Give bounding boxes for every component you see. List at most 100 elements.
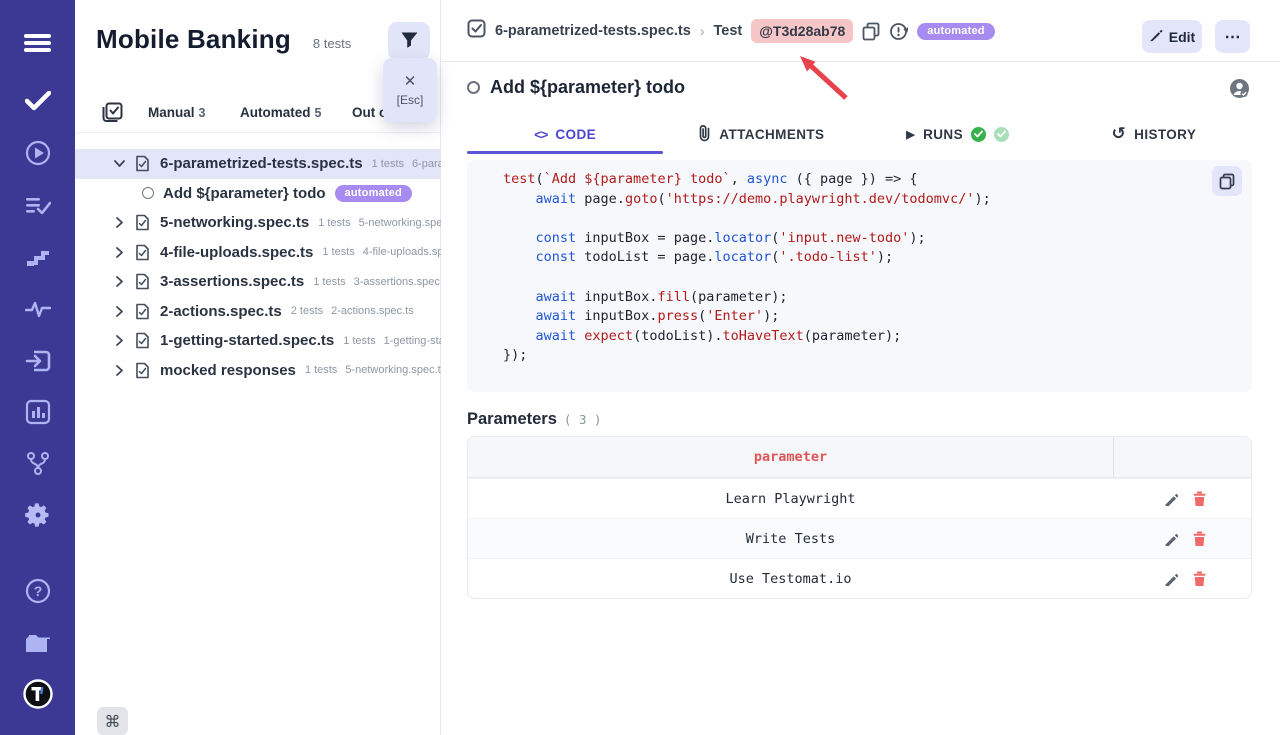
- pencil-icon: [1149, 28, 1163, 45]
- actions-column-header: [1113, 437, 1251, 477]
- tree-suite-row[interactable]: 3-assertions.spec.ts1 tests3-assertions.…: [75, 267, 441, 297]
- chevron-right-icon[interactable]: [113, 364, 126, 377]
- parameters-count: ( 3 ): [564, 412, 602, 427]
- analytics-chart-icon[interactable]: [22, 396, 54, 428]
- menu-icon[interactable]: [22, 27, 54, 59]
- delete-parameter-button[interactable]: [1193, 571, 1206, 586]
- project-tests-count: 8 tests: [313, 36, 351, 51]
- code-line: });: [503, 346, 1202, 366]
- chevron-right-icon[interactable]: [113, 305, 126, 318]
- suite-name: 1-getting-started.spec.ts: [160, 332, 334, 349]
- chevron-right-icon[interactable]: [113, 334, 126, 347]
- keyboard-shortcuts-button[interactable]: ⌘: [97, 707, 128, 735]
- tree-suite-row[interactable]: 5-networking.spec.ts1 tests5-networking.…: [75, 208, 441, 238]
- parameter-value: Write Tests: [468, 519, 1113, 558]
- code-line: await inputBox.press('Enter');: [503, 307, 1202, 327]
- settings-gear-icon[interactable]: [22, 499, 54, 531]
- projects-folder-icon[interactable]: [22, 627, 54, 659]
- tree-suite-row[interactable]: 2-actions.spec.ts2 tests2-actions.spec.t…: [75, 297, 441, 327]
- breadcrumb-test-label: Test: [714, 23, 743, 39]
- automated-badge: automated: [335, 185, 412, 202]
- bulk-check-icon[interactable]: [102, 102, 123, 128]
- steps-icon[interactable]: [22, 241, 54, 273]
- parameters-table-header: parameter: [468, 437, 1251, 478]
- tab-manual[interactable]: Manual3: [148, 105, 205, 120]
- suite-tests-count: 1 tests: [305, 364, 337, 376]
- suite-file-label: 3-assertions.spec.ts: [354, 276, 441, 288]
- play-icon: ▶: [906, 128, 915, 141]
- edit-parameter-button[interactable]: [1164, 572, 1178, 586]
- tree-suite-row[interactable]: mocked responses1 tests5-networking.spec…: [75, 356, 441, 386]
- plans-list-check-icon[interactable]: [22, 190, 54, 222]
- manual-count: 3: [199, 106, 206, 120]
- chevron-down-icon[interactable]: [113, 157, 126, 170]
- tab-automated[interactable]: Automated5: [240, 105, 321, 120]
- history-icon: ↺: [1112, 126, 1127, 143]
- pulse-icon[interactable]: [22, 293, 54, 325]
- svg-text:?: ?: [33, 583, 42, 599]
- more-actions-button[interactable]: ⋯: [1215, 20, 1250, 53]
- automated-badge: automated: [917, 23, 994, 40]
- parameters-header: Parameters ( 3 ): [467, 410, 602, 429]
- tab-code[interactable]: <> CODE: [467, 114, 663, 154]
- branch-icon[interactable]: [22, 447, 54, 479]
- tree-suite-row[interactable]: 1-getting-started.spec.ts1 tests1-gettin…: [75, 326, 441, 356]
- chevron-right-icon[interactable]: [113, 275, 126, 288]
- edit-parameter-button[interactable]: [1164, 532, 1178, 546]
- automated-count: 5: [315, 106, 322, 120]
- app-window: ? Mobile Banking 8 tests ✕ [Esc] Manual3…: [0, 0, 1280, 735]
- chevron-right-icon[interactable]: [113, 216, 126, 229]
- delete-parameter-button[interactable]: [1193, 491, 1206, 506]
- breadcrumb-file[interactable]: 6-parametrized-tests.spec.ts: [495, 23, 691, 39]
- test-status-circle-icon: [467, 81, 480, 94]
- task-check-icon: [467, 19, 486, 43]
- filter-button[interactable]: [388, 22, 430, 60]
- tree-suite-row[interactable]: 4-file-uploads.spec.ts1 tests4-file-uplo…: [75, 238, 441, 268]
- tree-test-row[interactable]: Add ${parameter} todo automated: [75, 179, 441, 209]
- testomat-logo[interactable]: [22, 678, 54, 710]
- test-status-circle-icon: [142, 187, 154, 199]
- test-id-badge[interactable]: @T3d28ab78: [751, 19, 853, 43]
- tab-runs[interactable]: ▶ RUNS: [860, 114, 1056, 154]
- row-actions: [1113, 519, 1251, 558]
- file-icon: [135, 332, 150, 349]
- suite-tests-count: 1 tests: [322, 246, 354, 258]
- test-detail-main: 6-parametrized-tests.spec.ts › Test @T3d…: [442, 0, 1280, 735]
- file-icon: [135, 244, 150, 261]
- code-line: [503, 268, 1202, 288]
- suites-tree: 6-parametrized-tests.spec.ts 1 tests 6-par…: [75, 149, 441, 385]
- sync-status-icon[interactable]: [889, 22, 908, 41]
- tab-attachments[interactable]: ATTACHMENTS: [663, 114, 859, 154]
- file-icon: [135, 362, 150, 379]
- suite-name: mocked responses: [160, 362, 296, 379]
- suite-file-label: 6-param: [412, 158, 441, 170]
- avatar[interactable]: [1229, 78, 1250, 104]
- test-name: Add ${parameter} todo: [163, 185, 326, 202]
- copy-code-button[interactable]: [1212, 166, 1242, 196]
- tree-suite-row[interactable]: 6-parametrized-tests.spec.ts 1 tests 6-par…: [75, 149, 441, 179]
- edit-parameter-button[interactable]: [1164, 492, 1178, 506]
- copy-test-id-button[interactable]: [862, 22, 880, 41]
- delete-parameter-button[interactable]: [1193, 531, 1206, 546]
- runs-play-icon[interactable]: [22, 137, 54, 169]
- code-line: [503, 209, 1202, 229]
- help-icon[interactable]: ?: [22, 575, 54, 607]
- breadcrumb-bar: 6-parametrized-tests.spec.ts › Test @T3d…: [442, 0, 1280, 62]
- suite-name: 3-assertions.spec.ts: [160, 273, 304, 290]
- close-icon[interactable]: ✕: [404, 74, 417, 89]
- code-line: const todoList = page.locator('.todo-lis…: [503, 248, 1202, 268]
- tab-out-of-scope[interactable]: Out o: [352, 105, 387, 120]
- code-line: await inputBox.fill(parameter);: [503, 288, 1202, 308]
- code-content: test(`Add ${parameter} todo`, async ({ p…: [503, 170, 1202, 366]
- tests-check-icon[interactable]: [22, 85, 54, 117]
- edit-button[interactable]: Edit: [1142, 20, 1202, 53]
- parameter-value: Learn Playwright: [468, 479, 1113, 518]
- suite-tests-count: 1 tests: [343, 335, 375, 347]
- tab-history[interactable]: ↺ HISTORY: [1056, 114, 1252, 154]
- suite-name: 6-parametrized-tests.spec.ts: [160, 155, 363, 172]
- import-icon[interactable]: [22, 345, 54, 377]
- file-icon: [135, 214, 150, 231]
- suite-tests-count: 1 tests: [372, 158, 404, 170]
- parameter-row: Learn Playwright: [468, 478, 1251, 518]
- chevron-right-icon[interactable]: [113, 246, 126, 259]
